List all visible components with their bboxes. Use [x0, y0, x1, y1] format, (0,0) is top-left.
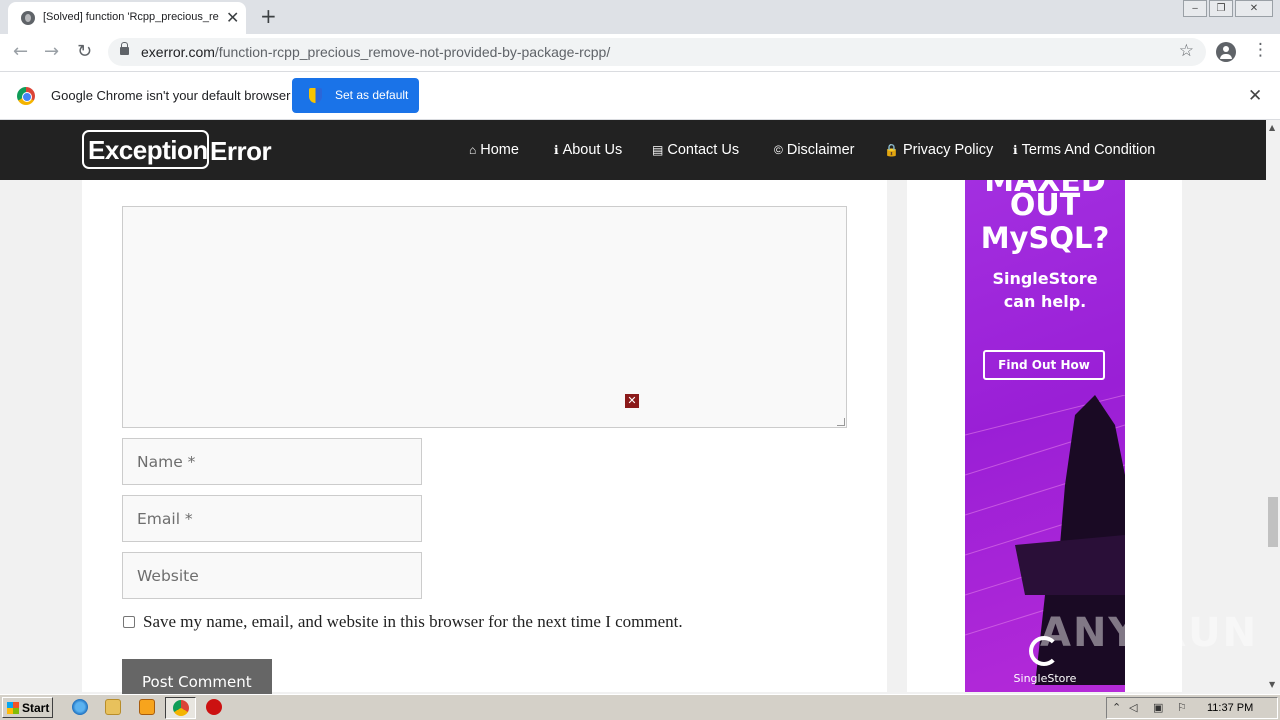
website-field[interactable]: Website	[122, 552, 422, 599]
ad-line-3: MySQL?	[980, 221, 1110, 255]
lock-icon[interactable]	[120, 42, 129, 55]
ad-line-2: OUT	[1009, 188, 1081, 223]
scroll-thumb[interactable]	[1268, 497, 1278, 547]
bookmark-star-icon[interactable]: ☆	[1179, 41, 1194, 61]
scroll-down-arrow-icon[interactable]: ▼	[1269, 680, 1275, 689]
system-tray: ⌃ ◁ ▣ ⚐ 11:37 PM	[1106, 697, 1278, 719]
volume-icon[interactable]: ◁	[1129, 701, 1137, 714]
copyright-icon: ©	[774, 143, 783, 157]
url-text[interactable]: exerror.com/function-rcpp_precious_remov…	[141, 44, 610, 60]
nav-terms-label: Terms And Condition	[1021, 142, 1156, 158]
info-circle-icon: ℹ	[1013, 143, 1018, 157]
save-info-checkbox[interactable]	[123, 616, 135, 628]
scroll-up-arrow-icon[interactable]: ▲	[1269, 123, 1275, 132]
address-card-icon: ▤	[652, 143, 664, 157]
profile-avatar-icon[interactable]	[1216, 42, 1236, 62]
ad-brand: SingleStore	[1013, 672, 1077, 685]
resize-handle[interactable]	[837, 418, 845, 426]
maximize-button[interactable]: ❐	[1209, 0, 1233, 17]
site-header: Exception Error ⌂ Home ℹ About Us ▤ Contact…	[0, 120, 1266, 180]
windows-flag-icon	[7, 702, 19, 714]
reload-icon[interactable]: ↻	[77, 41, 92, 62]
default-browser-infobar: Google Chrome isn't your default browser…	[0, 72, 1280, 120]
home-icon: ⌂	[469, 143, 477, 157]
nav-contact-label: Contact Us	[667, 142, 740, 158]
nav-privacy-policy[interactable]: 🔒 Privacy Policy	[884, 142, 993, 158]
infobar-message: Google Chrome isn't your default browser	[51, 88, 291, 103]
info-icon: ℹ	[554, 143, 559, 157]
tab-close-icon[interactable]: ✕	[226, 8, 239, 27]
browser-menu-icon[interactable]: ⋮	[1252, 40, 1269, 60]
post-comment-label: Post Comment	[142, 673, 252, 691]
infobar-close-icon[interactable]: ✕	[1248, 86, 1262, 106]
globe-icon	[21, 11, 35, 25]
name-placeholder: Name *	[137, 453, 196, 471]
set-as-default-label: Set as default	[335, 88, 409, 102]
nav-about-us[interactable]: ℹ About Us	[554, 142, 622, 158]
system-clock[interactable]: 11:37 PM	[1207, 702, 1253, 714]
new-tab-button[interactable]: +	[260, 4, 277, 28]
back-icon[interactable]: ←	[13, 41, 28, 62]
nav-disclaimer[interactable]: © Disclaimer	[774, 142, 855, 158]
nav-terms[interactable]: ℹ Terms And Condition	[1013, 142, 1155, 158]
url-path: /function-rcpp_precious_remove-not-provi…	[214, 44, 611, 60]
chrome-taskbar-button[interactable]	[165, 697, 196, 719]
window-close-button[interactable]: ✕	[1235, 0, 1273, 17]
comment-textarea[interactable]: ✕	[122, 206, 847, 428]
opera-icon[interactable]	[206, 699, 222, 715]
address-bar[interactable]: exerror.com/function-rcpp_precious_remov…	[108, 38, 1206, 66]
nav-home-label: Home	[480, 142, 519, 158]
page-scrollbar[interactable]: ▲ ▼	[1266, 120, 1280, 692]
chrome-logo-icon	[17, 87, 35, 105]
action-center-flag-icon[interactable]: ⚐	[1177, 701, 1187, 714]
lock-icon: 🔒	[884, 143, 899, 157]
nav-contact-us[interactable]: ▤ Contact Us	[652, 142, 739, 158]
ad-line-5: can help.	[1003, 292, 1087, 311]
uac-shield-icon	[309, 88, 322, 103]
minimize-button[interactable]: ‒	[1183, 0, 1207, 17]
media-player-icon[interactable]	[139, 699, 155, 715]
anyrun-watermark: ANY RUN	[1040, 610, 1259, 656]
ad-line-4: SingleStore	[992, 269, 1098, 288]
start-button[interactable]: Start	[2, 697, 53, 718]
browser-toolbar: ← → ↻ exerror.com/function-rcpp_precious…	[0, 34, 1280, 72]
forward-icon[interactable]: →	[44, 41, 59, 62]
save-info-label[interactable]: Save my name, email, and website in this…	[143, 612, 683, 632]
chrome-icon	[173, 700, 189, 716]
windows-taskbar: Start ⌃ ◁ ▣ ⚐ 11:37 PM	[0, 694, 1280, 720]
logo-boxed-text: Exception	[88, 135, 208, 165]
tab-strip: [Solved] function 'Rcpp_precious_re ✕ + …	[0, 0, 1280, 34]
comment-form: ✕ Name * Email * Website Save my name, e…	[82, 180, 887, 699]
nav-home[interactable]: ⌂ Home	[469, 142, 519, 158]
ad-find-out-button[interactable]: Find Out How	[983, 350, 1105, 380]
nav-about-label: About Us	[562, 142, 623, 158]
logo-box: Exception	[82, 130, 209, 169]
post-comment-button[interactable]: Post Comment	[122, 659, 272, 699]
nav-privacy-label: Privacy Policy	[902, 142, 994, 158]
email-field[interactable]: Email *	[122, 495, 422, 542]
tab-title: [Solved] function 'Rcpp_precious_re	[43, 11, 219, 23]
url-host: exerror.com	[141, 44, 215, 60]
start-label: Start	[22, 701, 50, 715]
nav-disclaimer-label: Disclaimer	[786, 142, 855, 158]
email-placeholder: Email *	[137, 510, 193, 528]
file-explorer-icon[interactable]	[105, 699, 121, 715]
name-field[interactable]: Name *	[122, 438, 422, 485]
browser-tab[interactable]: [Solved] function 'Rcpp_precious_re ✕	[8, 2, 246, 34]
tray-expand-icon[interactable]: ⌃	[1112, 701, 1121, 714]
website-placeholder: Website	[137, 567, 199, 585]
internet-explorer-icon[interactable]	[72, 699, 88, 715]
ad-close-icon[interactable]: ✕	[625, 394, 639, 408]
network-icon[interactable]: ▣	[1153, 701, 1163, 714]
set-as-default-button[interactable]: Set as default	[292, 78, 419, 113]
logo-rest-text: Error	[210, 136, 272, 166]
